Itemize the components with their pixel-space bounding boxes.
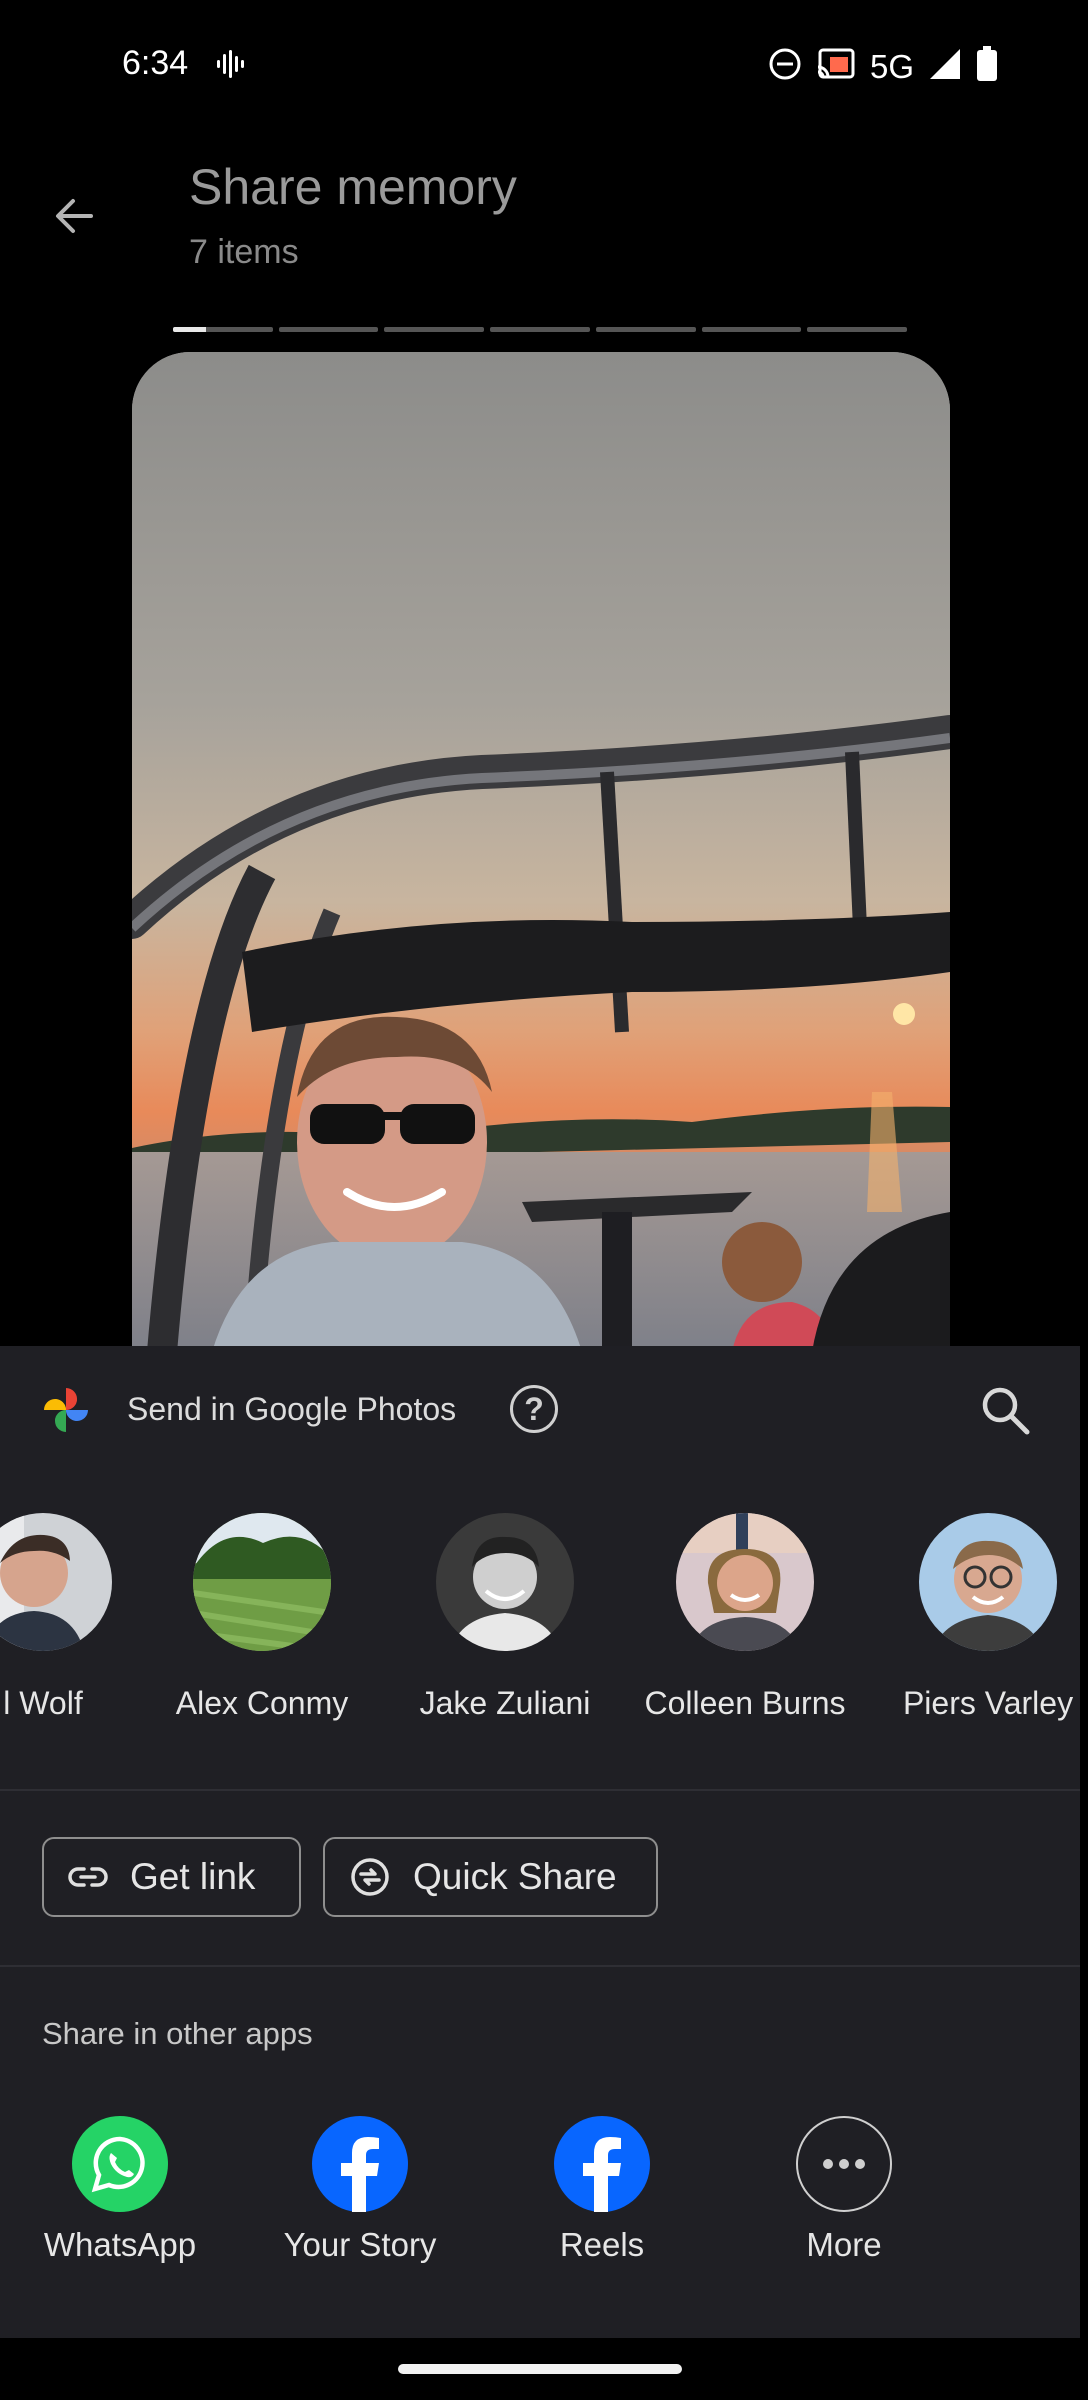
contact-name: Colleen Burns [644, 1685, 846, 1721]
status-time: 6:34 [122, 44, 189, 82]
google-photos-logo [40, 1384, 92, 1436]
help-glyph: ? [524, 1390, 544, 1427]
facebook-icon [312, 2116, 408, 2212]
progress-segment [278, 327, 379, 332]
link-icon [68, 1867, 108, 1887]
battery-icon [976, 46, 998, 87]
whatsapp-icon [72, 2116, 168, 2212]
cast-icon [816, 47, 856, 86]
contact-name: Piers Varley [902, 1685, 1074, 1721]
app-label: Your Story [283, 2226, 437, 2263]
progress-segment [701, 327, 802, 332]
item-count: 7 items [189, 233, 299, 271]
avatar [676, 1513, 814, 1651]
arrow-back-icon [56, 199, 93, 233]
divider [0, 1789, 1080, 1791]
share-in-other-apps-label: Share in other apps [42, 2016, 313, 2051]
avatar [0, 1513, 112, 1651]
get-link-label: Get link [130, 1856, 256, 1897]
network-type: 5G [869, 47, 914, 85]
send-in-google-photos-label: Send in Google Photos [127, 1391, 457, 1427]
progress-segment [595, 327, 696, 332]
avatar [193, 1513, 331, 1651]
app-label: More [806, 2226, 882, 2263]
quick-share-label: Quick Share [413, 1856, 617, 1897]
app-reels[interactable]: Reels [512, 2116, 692, 2264]
memory-photo[interactable] [132, 352, 950, 1352]
divider [0, 1965, 1080, 1967]
quick-share-button[interactable]: Quick Share [323, 1837, 658, 1917]
quick-share-icon [351, 1858, 389, 1896]
progress-segment [490, 327, 590, 332]
more-icon [796, 2116, 892, 2212]
do-not-disturb-icon [768, 47, 802, 86]
progress-segment [173, 327, 273, 332]
app-whatsapp[interactable]: WhatsApp [30, 2116, 210, 2264]
back-button[interactable] [38, 180, 110, 252]
app-your-story[interactable]: Your Story [270, 2116, 450, 2264]
contact-name: Alex Conmy [175, 1685, 349, 1721]
contact-name: l Wolf [3, 1685, 83, 1721]
page-title: Share memory [189, 159, 517, 215]
search-icon [982, 1387, 1030, 1435]
contact-name: Jake Zuliani [419, 1685, 591, 1721]
contact-item[interactable]: Colleen Burns [625, 1513, 865, 1722]
help-icon[interactable]: ? [510, 1385, 558, 1433]
contact-item[interactable]: Alex Conmy [142, 1513, 382, 1722]
progress-segment [384, 327, 485, 332]
contact-item[interactable]: Piers Varley [868, 1513, 1088, 1722]
get-link-button[interactable]: Get link [42, 1837, 301, 1917]
contact-item[interactable]: Jake Zuliani [385, 1513, 625, 1722]
facebook-icon [554, 2116, 650, 2212]
app-label: WhatsApp [43, 2226, 197, 2263]
avatar [436, 1513, 574, 1651]
search-button[interactable] [975, 1380, 1035, 1440]
voice-waveform-icon [215, 48, 247, 85]
app-more[interactable]: More [754, 2116, 934, 2264]
memory-progress [173, 327, 908, 332]
home-indicator[interactable] [398, 2364, 682, 2374]
app-label: Reels [559, 2226, 645, 2263]
contact-item[interactable]: l Wolf [0, 1513, 163, 1722]
progress-segment [807, 327, 908, 332]
status-icons: 5G [768, 46, 998, 87]
avatar [919, 1513, 1057, 1651]
signal-icon [928, 47, 962, 86]
